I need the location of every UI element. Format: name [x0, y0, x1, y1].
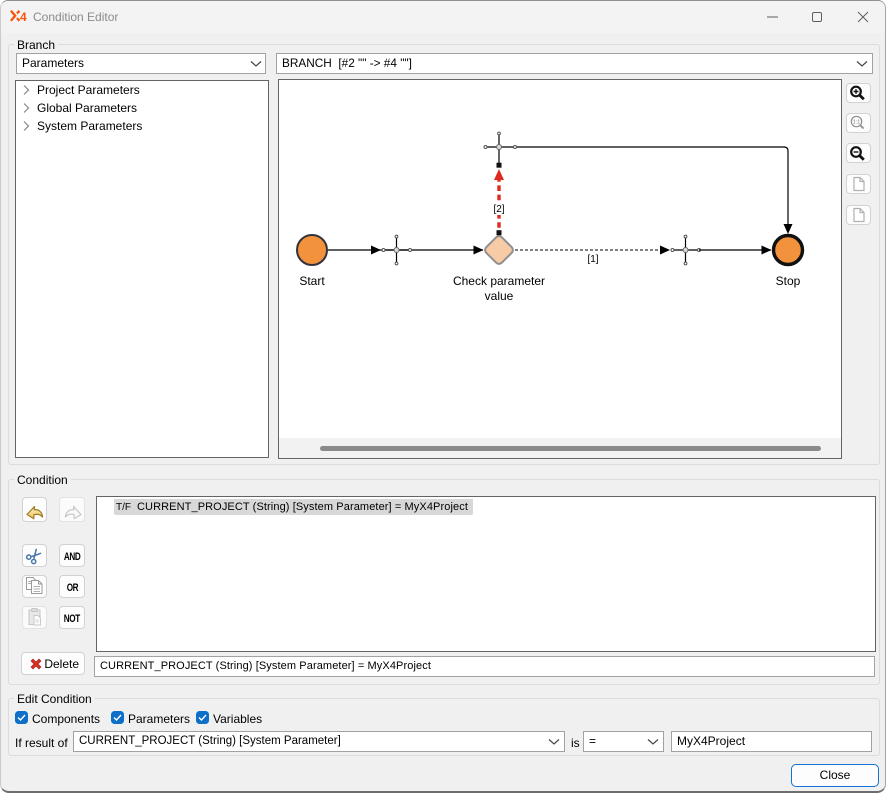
svg-text:Stop: Stop [776, 274, 801, 288]
svg-text:[1]: [1] [587, 254, 598, 265]
svg-text:value: value [485, 289, 514, 303]
svg-text:[2]: [2] [493, 204, 504, 215]
svg-text:4: 4 [20, 10, 27, 22]
svg-text:Check parameter: Check parameter [453, 274, 545, 288]
svg-text:Start: Start [299, 274, 325, 288]
svg-text:1:1: 1:1 [853, 120, 861, 126]
